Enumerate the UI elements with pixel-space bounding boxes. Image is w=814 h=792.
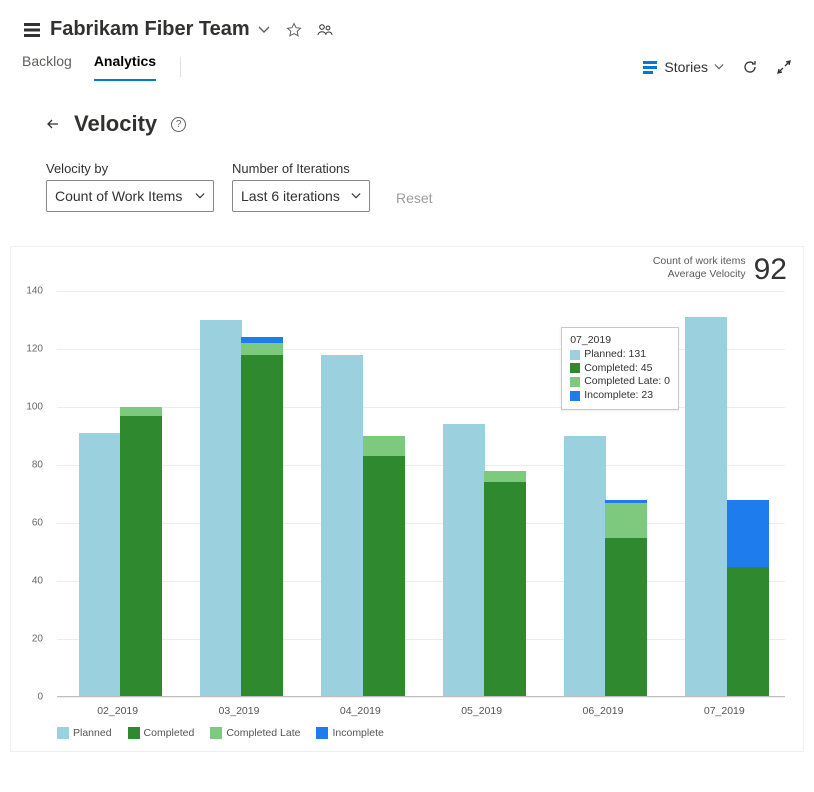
chart-legend: Planned Completed Completed Late Incompl… — [23, 721, 791, 739]
backlog-level-selector[interactable]: Stories — [642, 59, 724, 75]
y-tick: 80 — [23, 460, 43, 471]
page-title: Velocity — [74, 111, 157, 137]
chart-category — [57, 291, 178, 697]
x-label: 03_2019 — [178, 699, 299, 721]
chart-category — [300, 291, 421, 697]
back-arrow-icon[interactable] — [46, 117, 60, 131]
chart-tooltip: 07_2019 Planned: 131 Completed: 45 Compl… — [561, 327, 679, 410]
bar-seg-completed — [605, 538, 647, 697]
bar-stack[interactable] — [727, 500, 769, 697]
square-icon — [210, 727, 222, 739]
square-icon — [570, 391, 580, 401]
tooltip-completed: Completed: 45 — [584, 362, 652, 376]
bar-stack[interactable] — [120, 407, 162, 697]
chevron-down-icon — [714, 59, 724, 75]
tooltip-planned: Planned: 131 — [584, 348, 646, 362]
square-icon — [128, 727, 140, 739]
legend-completed: Completed — [144, 727, 195, 739]
velocity-by-label: Velocity by — [46, 161, 214, 176]
y-tick: 20 — [23, 634, 43, 645]
chevron-down-icon — [195, 188, 205, 204]
bar-seg-late — [120, 407, 162, 416]
legend-incomplete: Incomplete — [332, 727, 383, 739]
tooltip-title: 07_2019 — [570, 334, 670, 346]
legend-planned: Planned — [73, 727, 112, 739]
team-name[interactable]: Fabrikam Fiber Team — [50, 18, 250, 41]
bar-planned[interactable] — [564, 436, 606, 697]
bar-seg-completed — [484, 482, 526, 697]
bar-planned[interactable] — [200, 320, 242, 697]
tab-analytics[interactable]: Analytics — [94, 53, 156, 81]
bar-seg-late — [605, 503, 647, 538]
bar-seg-late — [241, 343, 283, 355]
bar-seg-completed — [241, 355, 283, 697]
chart-category — [421, 291, 542, 697]
x-label: 05_2019 — [421, 699, 542, 721]
refresh-icon[interactable] — [742, 59, 758, 75]
metric-line1: Count of work items — [653, 255, 746, 268]
bar-stack[interactable] — [363, 436, 405, 697]
tooltip-late: Completed Late: 0 — [584, 375, 670, 389]
y-tick: 100 — [23, 402, 43, 413]
y-tick: 0 — [23, 692, 43, 703]
bar-seg-late — [363, 436, 405, 456]
bar-planned[interactable] — [79, 433, 121, 697]
y-tick: 140 — [23, 286, 43, 297]
x-label: 06_2019 — [542, 699, 663, 721]
square-icon — [57, 727, 69, 739]
favorite-star-icon[interactable] — [286, 22, 302, 38]
x-label: 07_2019 — [664, 699, 785, 721]
tooltip-incomplete: Incomplete: 23 — [584, 389, 653, 403]
square-icon — [570, 363, 580, 373]
square-icon — [316, 727, 328, 739]
x-axis-line — [57, 696, 785, 697]
x-label: 02_2019 — [57, 699, 178, 721]
y-tick: 60 — [23, 518, 43, 529]
tab-backlog[interactable]: Backlog — [22, 53, 72, 81]
bar-seg-completed — [120, 416, 162, 697]
average-velocity-value: 92 — [754, 255, 787, 285]
bar-seg-late — [484, 471, 526, 483]
legend-late: Completed Late — [226, 727, 300, 739]
gridline — [57, 697, 785, 698]
chart-category — [178, 291, 299, 697]
bar-seg-completed — [727, 567, 769, 697]
iterations-select[interactable]: Last 6 iterations — [232, 180, 370, 212]
y-tick: 40 — [23, 576, 43, 587]
velocity-by-value: Count of Work Items — [55, 188, 182, 204]
tab-separator — [180, 57, 181, 77]
chevron-down-icon — [351, 188, 361, 204]
reset-button[interactable]: Reset — [396, 190, 433, 212]
bar-planned[interactable] — [321, 355, 363, 697]
chart-category — [664, 291, 785, 697]
velocity-by-select[interactable]: Count of Work Items — [46, 180, 214, 212]
stories-icon — [642, 59, 658, 75]
square-icon — [570, 350, 580, 360]
y-tick: 120 — [23, 344, 43, 355]
bar-stack[interactable] — [605, 500, 647, 697]
bar-seg-incomplete — [727, 500, 769, 567]
square-icon — [570, 377, 580, 387]
stories-label: Stories — [664, 59, 708, 75]
velocity-chart: 020406080100120140 02_201903_201904_2019… — [23, 291, 791, 721]
velocity-chart-card: Count of work items Average Velocity 92 … — [10, 246, 804, 752]
iterations-value: Last 6 iterations — [241, 188, 340, 204]
backlog-board-icon — [22, 20, 42, 40]
bar-stack[interactable] — [484, 471, 526, 697]
bar-planned[interactable] — [685, 317, 727, 697]
chevron-down-icon[interactable] — [258, 23, 272, 37]
iterations-label: Number of Iterations — [232, 161, 370, 176]
bar-stack[interactable] — [241, 337, 283, 697]
bar-planned[interactable] — [443, 424, 485, 697]
fullscreen-icon[interactable] — [776, 59, 792, 75]
team-members-icon[interactable] — [316, 21, 334, 39]
x-label: 04_2019 — [300, 699, 421, 721]
metric-line2: Average Velocity — [653, 268, 746, 281]
help-icon[interactable]: ? — [171, 117, 186, 132]
bar-seg-completed — [363, 456, 405, 697]
